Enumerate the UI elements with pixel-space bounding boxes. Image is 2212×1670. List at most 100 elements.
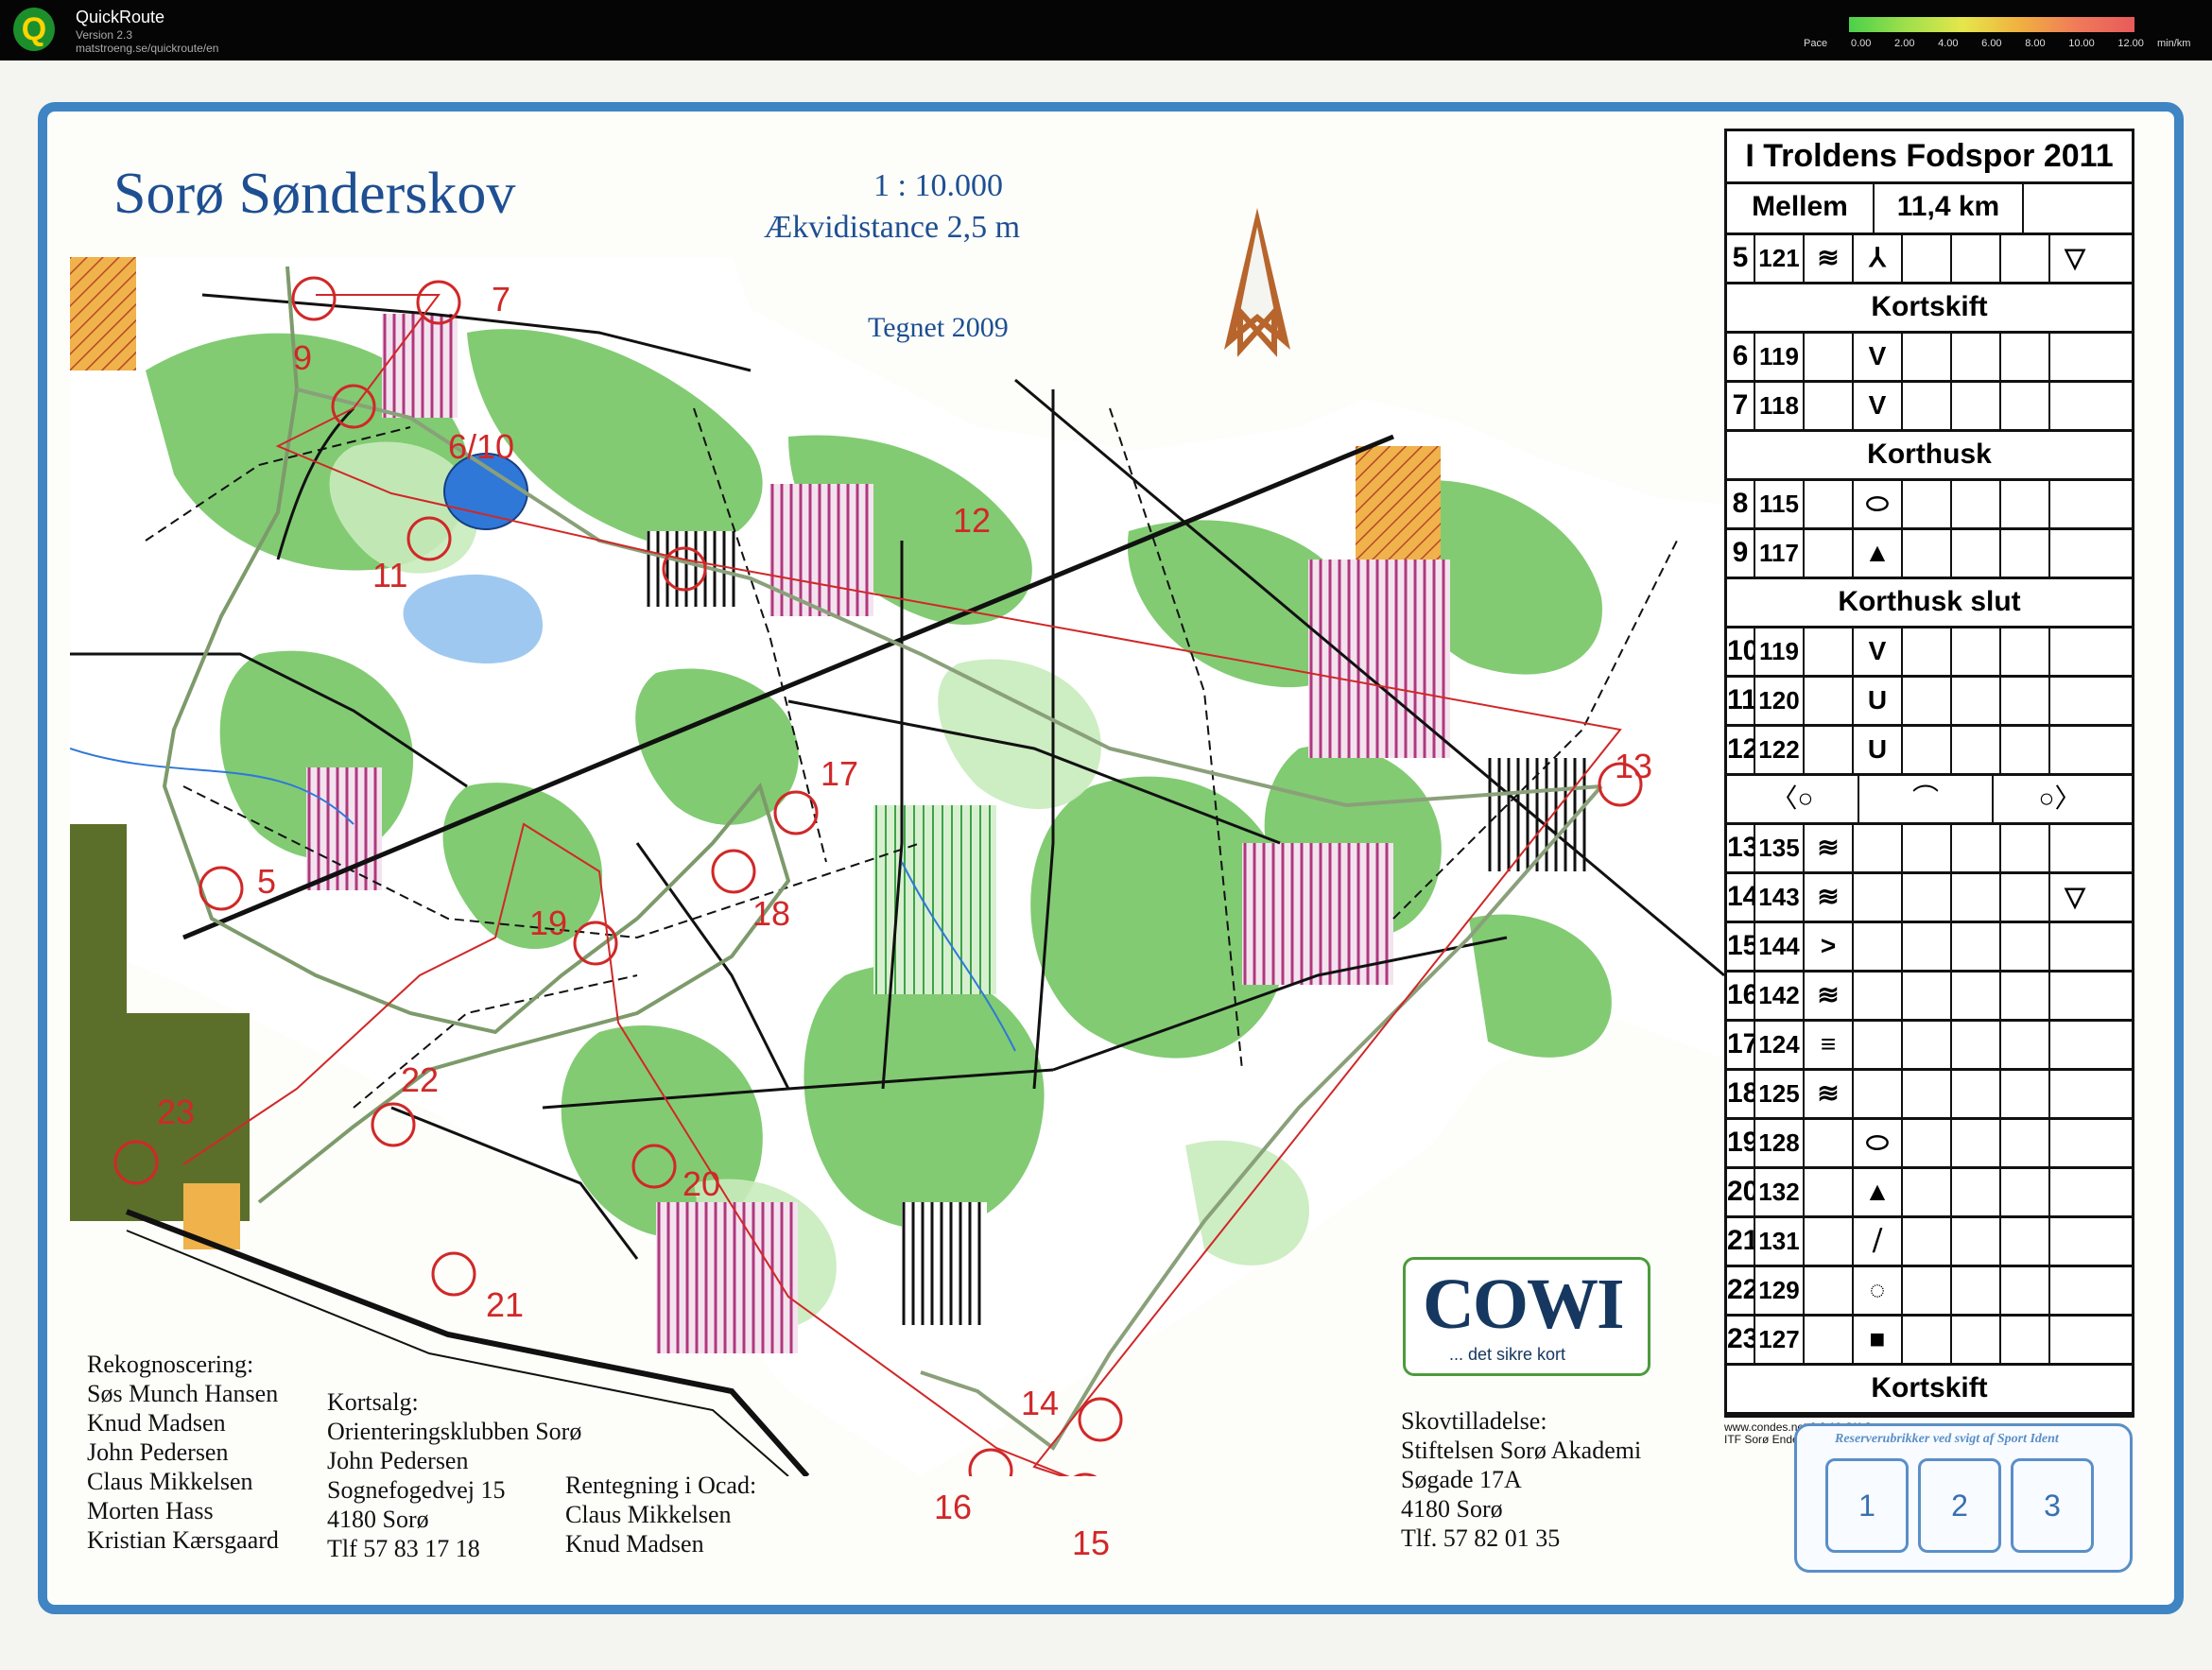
blank-cell xyxy=(2001,825,2050,871)
other-info-icon xyxy=(2050,628,2100,675)
control-no: 18 xyxy=(1727,1071,1755,1117)
sponsor-logo: COWI xyxy=(1423,1265,1625,1344)
blank-cell xyxy=(2001,334,2050,380)
control-code: 143 xyxy=(1755,874,1805,921)
hatched-area xyxy=(647,531,741,607)
recon-title: Rekognoscering: xyxy=(87,1351,254,1378)
pace-color-scale xyxy=(1849,17,2134,32)
other-info-icon xyxy=(2050,973,2100,1019)
control-description-row: 14143≋ ▽ xyxy=(1727,874,2132,923)
feature-symbol-icon xyxy=(1805,383,1854,429)
control-description-row: 20132 ▲ xyxy=(1727,1169,2132,1218)
feature-symbol-icon xyxy=(1805,727,1854,773)
other-info-icon xyxy=(2050,1267,2100,1314)
control-no: 22 xyxy=(1727,1267,1755,1314)
feature-symbol-icon xyxy=(1805,628,1854,675)
si-backup-box: 3 xyxy=(2011,1458,2094,1553)
app-name: QuickRoute xyxy=(76,8,165,26)
control-description-row: 17124≡ xyxy=(1727,1022,2132,1071)
recon-name: John Pedersen xyxy=(87,1438,229,1466)
control-code: 115 xyxy=(1755,481,1805,527)
blank-cell xyxy=(1903,1267,1952,1314)
feature-detail-icon: ⬭ xyxy=(1854,1120,1903,1166)
hatched-area xyxy=(902,1202,987,1325)
pace-tick: 10.00 xyxy=(2068,38,2095,49)
feature-detail-icon xyxy=(1854,1022,1903,1068)
other-info-icon xyxy=(2050,530,2100,577)
blank-cell xyxy=(1903,530,1952,577)
course-length: 11,4 km xyxy=(1875,184,2024,232)
control-no: 5 xyxy=(1727,235,1755,282)
sales-line: John Pedersen xyxy=(327,1447,469,1474)
north-arrow-icon xyxy=(1224,208,1290,357)
blank-cell xyxy=(1952,923,2001,970)
blank-cell xyxy=(2001,1022,2050,1068)
control-number: 20 xyxy=(683,1164,721,1203)
feature-symbol-icon: ≋ xyxy=(1805,1071,1854,1117)
feature-symbol-icon xyxy=(1805,334,1854,380)
field-area xyxy=(1356,446,1441,560)
control-number: 22 xyxy=(401,1060,440,1099)
blank-cell xyxy=(1952,235,2001,282)
feature-symbol-icon xyxy=(1805,678,1854,724)
blank-cell xyxy=(2001,1120,2050,1166)
feature-detail-icon xyxy=(1854,1071,1903,1117)
blank-cell xyxy=(1903,1169,1952,1215)
blank-cell xyxy=(2001,973,2050,1019)
feature-detail-icon: ■ xyxy=(1854,1317,1903,1363)
description-section: Kortskift xyxy=(1727,284,2132,334)
control-number: 19 xyxy=(529,904,568,942)
si-backup-box: 1 xyxy=(1825,1458,1909,1553)
control-code: 129 xyxy=(1755,1267,1805,1314)
blank-cell xyxy=(1903,481,1952,527)
blank-cell xyxy=(1952,1267,2001,1314)
map-equidistance: Ækvidistance 2,5 m xyxy=(764,210,1021,245)
control-description-row: 12122 U xyxy=(1727,727,2132,776)
control-number: 12 xyxy=(953,501,992,540)
control-no: 15 xyxy=(1727,923,1755,970)
control-code: 135 xyxy=(1755,825,1805,871)
feature-symbol-icon: > xyxy=(1805,923,1854,970)
permit-credits: Skovtilladelse: Stiftelsen Sorø Akademi … xyxy=(1401,1406,1641,1553)
blank-cell xyxy=(1903,1218,1952,1265)
description-section: Korthusk slut xyxy=(1727,579,2132,628)
recon-name: Søs Munch Hansen xyxy=(87,1380,279,1407)
control-number: 18 xyxy=(752,894,791,933)
control-description-row: 18125≋ xyxy=(1727,1071,2132,1120)
control-number: 5 xyxy=(257,862,277,901)
control-no: 13 xyxy=(1727,825,1755,871)
control-number: 21 xyxy=(486,1285,525,1324)
blank-cell xyxy=(1952,1317,2001,1363)
pace-unit: min/km xyxy=(2157,38,2191,49)
control-description-row: 22129 ◌ xyxy=(1727,1267,2132,1317)
blank-cell xyxy=(1952,1120,2001,1166)
sponsor-badge: COWI ... det sikre kort xyxy=(1403,1257,1650,1376)
control-no: 16 xyxy=(1727,973,1755,1019)
recon-credits: Rekognoscering: Søs Munch Hansen Knud Ma… xyxy=(87,1350,279,1555)
feature-detail-icon: ⬭ xyxy=(1854,481,1903,527)
permit-line: Tlf. 57 82 01 35 xyxy=(1401,1524,1561,1552)
course-row: Mellem 11,4 km xyxy=(1727,184,2132,235)
control-no: 21 xyxy=(1727,1218,1755,1265)
pace-tick: 6.00 xyxy=(1981,38,2002,49)
blank-cell xyxy=(2001,1218,2050,1265)
blank-cell xyxy=(1952,727,2001,773)
si-backup-box: 2 xyxy=(1918,1458,2001,1553)
other-info-icon xyxy=(2050,1169,2100,1215)
blank-cell xyxy=(1903,1317,1952,1363)
control-code: 124 xyxy=(1755,1022,1805,1068)
pace-ticks: 0.00 2.00 4.00 6.00 8.00 10.00 12.00 xyxy=(1832,38,2144,49)
blank-cell xyxy=(2001,1267,2050,1314)
control-code: 119 xyxy=(1755,628,1805,675)
blank-cell xyxy=(1903,727,1952,773)
control-no: 7 xyxy=(1727,383,1755,429)
feature-detail-icon: V xyxy=(1854,628,1903,675)
blank-cell xyxy=(2001,1071,2050,1117)
permit-line: 4180 Sorø xyxy=(1401,1495,1503,1523)
feature-detail-icon: ▲ xyxy=(1854,1169,1903,1215)
control-description-row: 19128 ⬭ xyxy=(1727,1120,2132,1169)
blank-cell xyxy=(1952,1022,2001,1068)
redraw-title: Rentegning i Ocad: xyxy=(565,1472,757,1499)
control-number: 16 xyxy=(934,1488,973,1526)
app-url[interactable]: matstroeng.se/quickroute/en xyxy=(76,42,218,55)
